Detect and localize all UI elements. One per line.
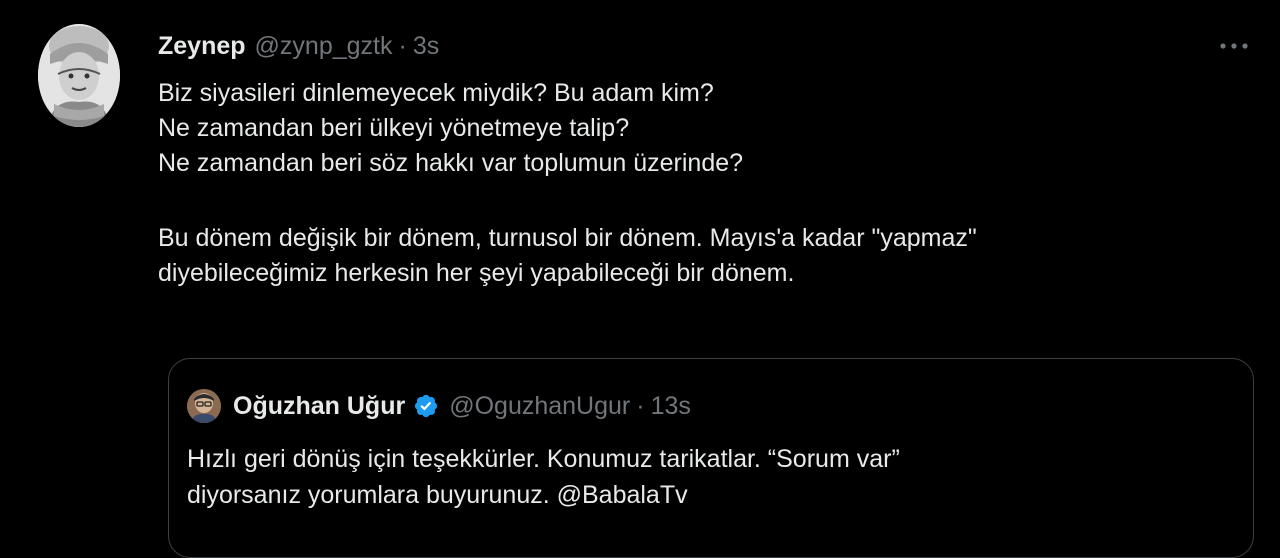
separator-dot: · xyxy=(398,31,407,60)
quoted-text-line: Hızlı geri dönüş için teşekkürler. Konum… xyxy=(187,445,900,473)
quoted-avatar-photo xyxy=(187,389,221,423)
quoted-tweet-text: Hızlı geri dönüş için teşekkürler. Konum… xyxy=(187,441,1227,513)
verified-badge-icon xyxy=(413,393,439,419)
avatar-photo xyxy=(38,24,120,127)
tweet-text-line: Ne zamandan beri ülkeyi yönetmeye talip? xyxy=(158,114,630,142)
tweet-time[interactable]: 3s xyxy=(413,32,439,61)
quoted-author-handle[interactable]: @OguzhanUgur xyxy=(449,392,630,421)
quoted-author-name[interactable]: Oğuzhan Uğur xyxy=(233,392,405,421)
tweet-text: Biz siyasileri dinlemeyecek miydik? Bu a… xyxy=(158,76,1238,291)
author-name[interactable]: Zeynep xyxy=(158,32,246,61)
author-handle[interactable]: @zynp_gztk xyxy=(255,32,393,61)
more-dots-icon xyxy=(1220,43,1248,49)
quoted-tweet-card[interactable]: Oğuzhan Uğur @OguzhanUgur · 13s Hızlı ge… xyxy=(168,358,1254,558)
separator-dot: · xyxy=(636,391,645,420)
tweet-text-line: diyebileceğimiz herkesin her şeyi yapabi… xyxy=(158,259,795,287)
tweet-text-line: Ne zamandan beri söz hakkı var toplumun … xyxy=(158,149,744,177)
tweet-header: Zeynep @zynp_gztk · 3s xyxy=(158,28,439,64)
quoted-author-avatar[interactable] xyxy=(187,389,221,423)
quoted-text-line: diyorsanız yorumlara buyurunuz. @BabalaT… xyxy=(187,481,688,509)
tweet[interactable]: Zeynep @zynp_gztk · 3s Biz siyasileri di… xyxy=(0,0,1280,558)
tweet-text-line: Bu dönem değişik bir dönem, turnusol bir… xyxy=(158,224,977,252)
quoted-tweet-time[interactable]: 13s xyxy=(651,392,691,421)
author-avatar[interactable] xyxy=(38,24,120,127)
tweet-text-line: Biz siyasileri dinlemeyecek miydik? Bu a… xyxy=(158,79,714,107)
quoted-tweet-header: Oğuzhan Uğur @OguzhanUgur · 13s xyxy=(187,389,691,423)
more-options-button[interactable] xyxy=(1212,32,1256,60)
